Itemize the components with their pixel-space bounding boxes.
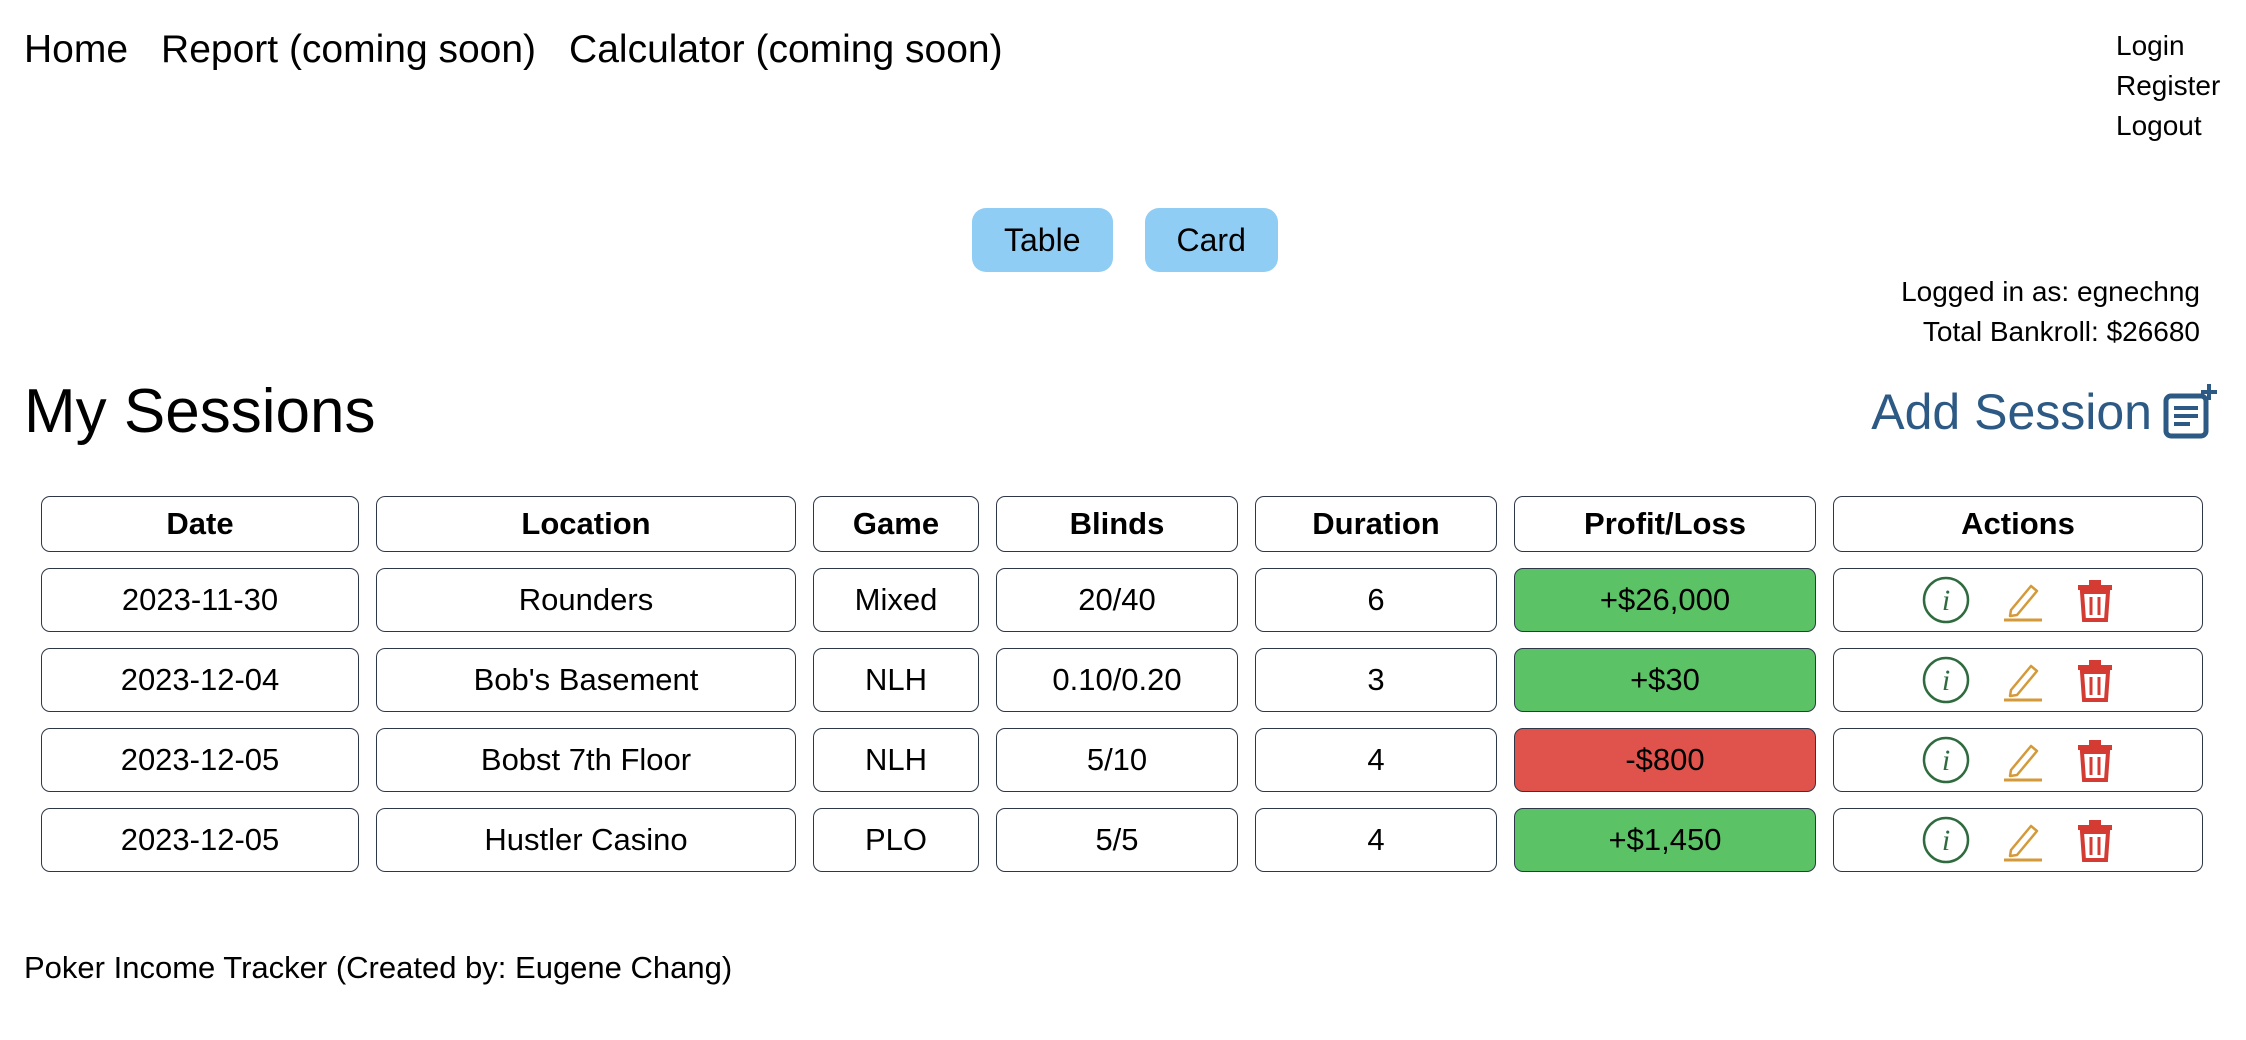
info-icon[interactable]: i bbox=[1921, 655, 1971, 705]
cell-profit-loss: +$26,000 bbox=[1514, 568, 1816, 632]
header-game: Game bbox=[813, 496, 979, 552]
view-toggle: Table Card bbox=[972, 208, 1278, 272]
add-note-icon bbox=[2160, 382, 2220, 442]
cell-game: Mixed bbox=[813, 568, 979, 632]
cell-profit-loss: -$800 bbox=[1514, 728, 1816, 792]
cell-location: Bobst 7th Floor bbox=[376, 728, 796, 792]
cell-game: PLO bbox=[813, 808, 979, 872]
register-link[interactable]: Register bbox=[2116, 66, 2226, 106]
main-nav: Home Report (coming soon) Calculator (co… bbox=[24, 28, 1003, 72]
trash-icon[interactable] bbox=[2075, 818, 2115, 862]
cell-date: 2023-12-04 bbox=[41, 648, 359, 712]
svg-text:i: i bbox=[1942, 664, 1950, 697]
cell-blinds: 5/5 bbox=[996, 808, 1238, 872]
cell-blinds: 20/40 bbox=[996, 568, 1238, 632]
cell-actions: i bbox=[1833, 808, 2203, 872]
nav-home-link[interactable]: Home bbox=[24, 28, 128, 72]
cell-duration: 4 bbox=[1255, 728, 1497, 792]
header-location: Location bbox=[376, 496, 796, 552]
cell-blinds: 5/10 bbox=[996, 728, 1238, 792]
cell-actions: i bbox=[1833, 648, 2203, 712]
table-row: 2023-12-04 Bob's Basement NLH 0.10/0.20 3 +$3… bbox=[41, 648, 2203, 712]
cell-location: Hustler Casino bbox=[376, 808, 796, 872]
header-profit-loss: Profit/Loss bbox=[1514, 496, 1816, 552]
total-bankroll-text: Total Bankroll: $26680 bbox=[1922, 316, 2200, 347]
cell-duration: 4 bbox=[1255, 808, 1497, 872]
add-session-label: Add Session bbox=[1871, 384, 2152, 440]
auth-links: Login Register Logout bbox=[2116, 26, 2226, 146]
trash-icon[interactable] bbox=[2075, 578, 2115, 622]
add-session-button[interactable]: Add Session bbox=[1871, 382, 2220, 442]
header-actions: Actions bbox=[1833, 496, 2203, 552]
info-icon[interactable]: i bbox=[1921, 735, 1971, 785]
header-duration: Duration bbox=[1255, 496, 1497, 552]
cell-profit-loss: +$30 bbox=[1514, 648, 1816, 712]
pencil-icon[interactable] bbox=[2001, 818, 2045, 862]
nav-report-link[interactable]: Report (coming soon) bbox=[161, 28, 536, 72]
sessions-table: Date Location Game Blinds Duration Profi… bbox=[24, 480, 2220, 888]
logged-in-text: Logged in as: egnechng bbox=[1901, 276, 2200, 307]
header-date: Date bbox=[41, 496, 359, 552]
pencil-icon[interactable] bbox=[2001, 578, 2045, 622]
svg-text:i: i bbox=[1942, 584, 1950, 617]
page-title: My Sessions bbox=[24, 377, 376, 446]
cell-game: NLH bbox=[813, 728, 979, 792]
pencil-icon[interactable] bbox=[2001, 658, 2045, 702]
table-row: 2023-12-05 Hustler Casino PLO 5/5 4 +$1,450 i bbox=[41, 808, 2203, 872]
header-blinds: Blinds bbox=[996, 496, 1238, 552]
nav-calculator-link[interactable]: Calculator (coming soon) bbox=[569, 28, 1003, 72]
svg-text:i: i bbox=[1942, 744, 1950, 777]
cell-blinds: 0.10/0.20 bbox=[996, 648, 1238, 712]
table-header-row: Date Location Game Blinds Duration Profi… bbox=[41, 496, 2203, 552]
pencil-icon[interactable] bbox=[2001, 738, 2045, 782]
trash-icon[interactable] bbox=[2075, 658, 2115, 702]
cell-duration: 3 bbox=[1255, 648, 1497, 712]
cell-duration: 6 bbox=[1255, 568, 1497, 632]
info-icon[interactable]: i bbox=[1921, 575, 1971, 625]
cell-profit-loss: +$1,450 bbox=[1514, 808, 1816, 872]
logout-link[interactable]: Logout bbox=[2116, 106, 2226, 146]
user-info: Logged in as: egnechng Total Bankroll: $… bbox=[1901, 272, 2200, 352]
info-icon[interactable]: i bbox=[1921, 815, 1971, 865]
cell-location: Bob's Basement bbox=[376, 648, 796, 712]
table-row: 2023-11-30 Rounders Mixed 20/40 6 +$26,000 i bbox=[41, 568, 2203, 632]
login-link[interactable]: Login bbox=[2116, 26, 2226, 66]
trash-icon[interactable] bbox=[2075, 738, 2115, 782]
cell-actions: i bbox=[1833, 728, 2203, 792]
cell-date: 2023-12-05 bbox=[41, 728, 359, 792]
cell-date: 2023-11-30 bbox=[41, 568, 359, 632]
footer-text: Poker Income Tracker (Created by: Eugene… bbox=[24, 950, 733, 985]
table-view-button[interactable]: Table bbox=[972, 208, 1113, 272]
card-view-button[interactable]: Card bbox=[1144, 208, 1278, 272]
svg-text:i: i bbox=[1942, 824, 1950, 857]
cell-location: Rounders bbox=[376, 568, 796, 632]
cell-actions: i bbox=[1833, 568, 2203, 632]
table-row: 2023-12-05 Bobst 7th Floor NLH 5/10 4 -$800 i bbox=[41, 728, 2203, 792]
cell-game: NLH bbox=[813, 648, 979, 712]
cell-date: 2023-12-05 bbox=[41, 808, 359, 872]
